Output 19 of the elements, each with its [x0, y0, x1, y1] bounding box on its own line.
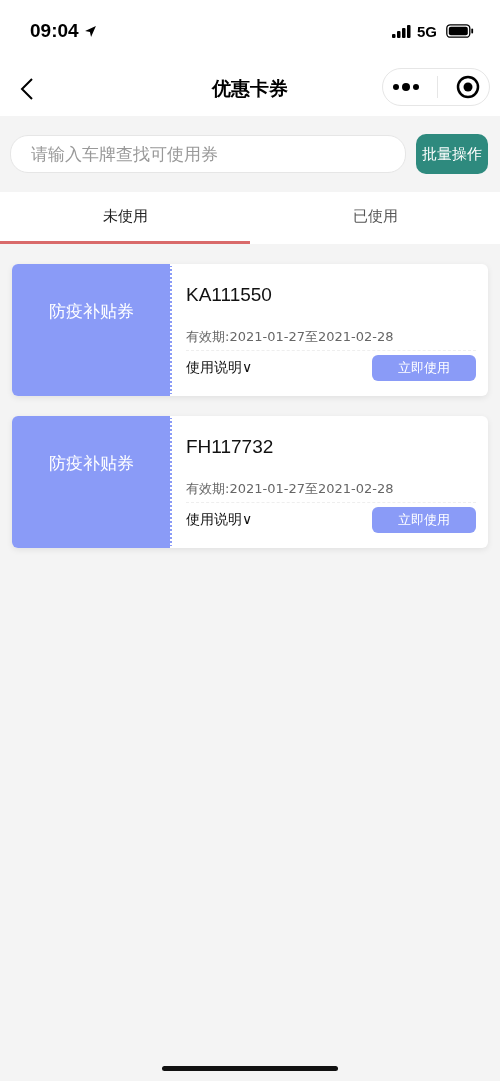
battery-icon [446, 24, 474, 38]
plate-number: FH117732 [186, 436, 275, 458]
coupon-name: 防疫补贴券 [48, 300, 134, 323]
close-target-icon[interactable] [456, 75, 481, 99]
coupon-name: 防疫补贴券 [48, 452, 134, 475]
signal-icon [392, 24, 412, 38]
instructions-toggle[interactable]: 使用说明∨ [186, 359, 253, 377]
search-field[interactable]: 请输入车牌查找可使用券 [10, 135, 406, 173]
plate-number: KA111550 [186, 284, 273, 306]
back-icon[interactable] [20, 77, 34, 101]
validity-text: 有效期:2021-01-27至2021-02-28 [186, 480, 476, 503]
more-icon[interactable] [391, 82, 420, 92]
location-arrow-icon [83, 24, 97, 38]
validity-text: 有效期:2021-01-27至2021-02-28 [186, 328, 476, 351]
status-time: 09:04 [30, 20, 79, 42]
instructions-toggle[interactable]: 使用说明∨ [186, 511, 253, 529]
page-title: 优惠卡券 [212, 76, 288, 101]
batch-button[interactable]: 批量操作 [416, 134, 488, 174]
network-label: 5G [417, 22, 437, 40]
